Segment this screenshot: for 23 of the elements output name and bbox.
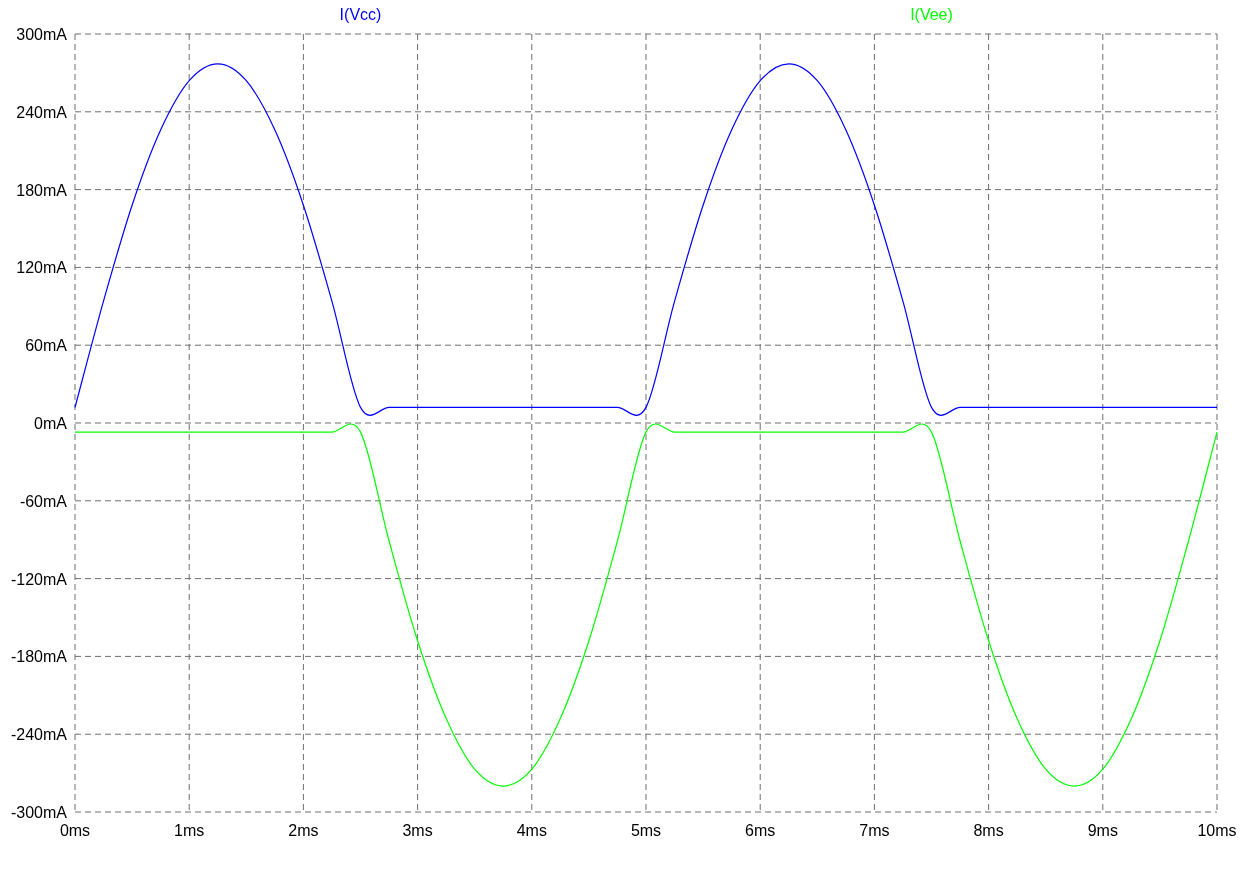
x-axis-tick-label: 4ms <box>516 822 547 839</box>
x-axis-tick-label: 9ms <box>1087 822 1118 839</box>
x-axis-tick-label: 0ms <box>59 822 91 839</box>
x-axis-tick-label: 7ms <box>859 822 890 839</box>
x-axis-tick-label: 2ms <box>288 822 319 839</box>
y-axis-tick-label: -240mA <box>10 726 67 744</box>
y-axis-tick-label: 0mA <box>34 415 67 432</box>
x-axis-tick-label: 5ms <box>630 822 662 839</box>
y-axis-tick-label: -300mA <box>10 804 67 821</box>
x-axis-tick-label: 1ms <box>174 822 205 839</box>
y-axis-tick-label: 120mA <box>16 259 67 277</box>
y-axis-tick-label: 180mA <box>16 181 67 199</box>
x-axis-tick-label: 10ms <box>1197 822 1237 839</box>
y-axis-tick-label: 240mA <box>16 103 67 121</box>
y-axis-tick-label: 300mA <box>16 26 67 43</box>
y-axis-tick-label: -180mA <box>10 648 67 666</box>
trace-name[interactable]: I(Vcc) <box>339 6 382 23</box>
x-axis-tick-label: 3ms <box>402 822 433 839</box>
y-axis-tick-label: -60mA <box>19 492 67 510</box>
y-axis-tick-label: 60mA <box>25 337 67 355</box>
y-axis-tick-label: -120mA <box>10 570 67 588</box>
x-axis-tick-label: 6ms <box>745 822 776 839</box>
x-axis-tick-label: 8ms <box>973 822 1004 839</box>
